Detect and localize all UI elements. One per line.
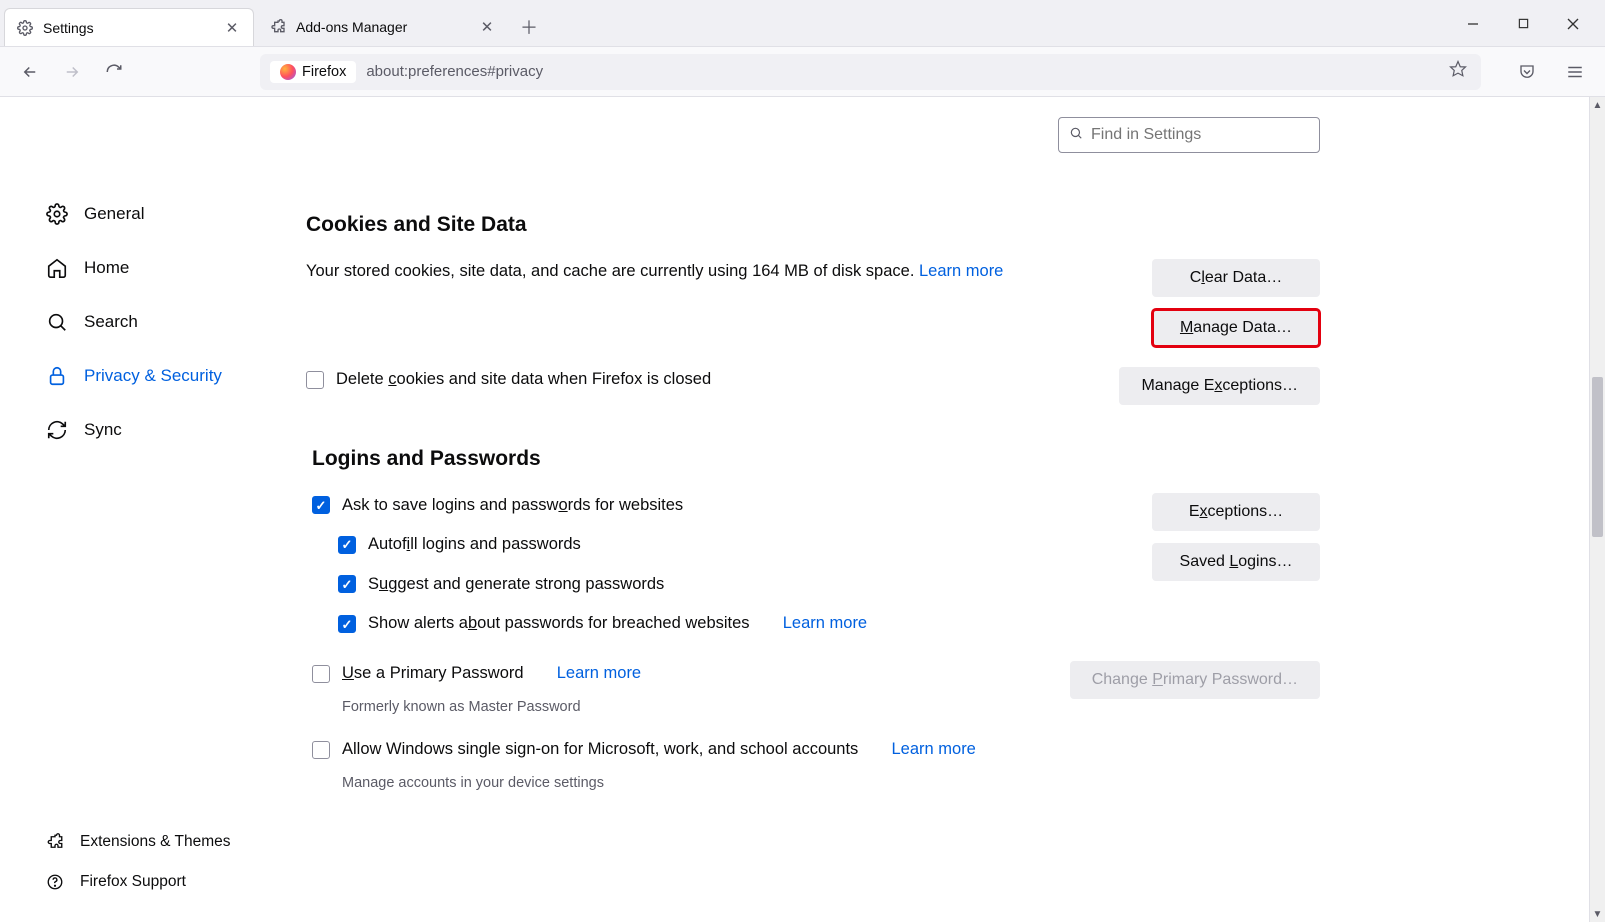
login-exceptions-button[interactable]: Exceptions… [1152, 493, 1320, 531]
breach-checkbox[interactable] [338, 615, 356, 633]
sidebar-item-search[interactable]: Search [46, 295, 300, 349]
cookies-heading: Cookies and Site Data [306, 213, 1320, 237]
manage-exceptions-button[interactable]: Manage Exceptions… [1119, 367, 1320, 405]
reload-button[interactable] [98, 56, 130, 88]
window-controls [1463, 0, 1605, 47]
toolbar: Firefox about:preferences#privacy [0, 47, 1605, 97]
puzzle-icon [46, 833, 64, 851]
sidebar-item-sync[interactable]: Sync [46, 403, 300, 457]
sidebar-support[interactable]: Firefox Support [46, 862, 300, 902]
sso-checkbox[interactable] [312, 741, 330, 759]
breach-learn-more-link[interactable]: Learn more [783, 611, 867, 637]
scroll-up-icon[interactable]: ▲ [1590, 97, 1605, 113]
settings-search[interactable] [1058, 117, 1320, 153]
scroll-down-icon[interactable]: ▼ [1590, 906, 1605, 922]
gear-icon [46, 203, 68, 225]
sync-icon [46, 419, 68, 441]
puzzle-icon [270, 19, 286, 35]
ask-save-checkbox[interactable] [312, 496, 330, 514]
sidebar-item-label: Firefox Support [80, 873, 186, 891]
settings-search-input[interactable] [1091, 126, 1309, 144]
menu-icon[interactable] [1559, 56, 1591, 88]
primary-password-checkbox[interactable] [312, 665, 330, 683]
sidebar-item-label: Search [84, 312, 138, 332]
primary-help-text: Formerly known as Master Password [342, 696, 1040, 718]
autofill-label: Autofill logins and passwords [368, 532, 581, 558]
sidebar-item-privacy[interactable]: Privacy & Security [46, 349, 300, 403]
search-icon [46, 311, 68, 333]
gear-icon [17, 20, 33, 36]
sidebar-item-label: Home [84, 258, 129, 278]
cookies-desc: Your stored cookies, site data, and cach… [306, 262, 919, 280]
sidebar-item-home[interactable]: Home [46, 241, 300, 295]
search-icon [1069, 126, 1083, 145]
delete-cookies-label: Delete cookies and site data when Firefo… [336, 367, 711, 393]
lock-icon [46, 365, 68, 387]
settings-content: Cookies and Site Data Your stored cookie… [300, 97, 1360, 922]
sidebar-item-general[interactable]: General [46, 187, 300, 241]
sidebar-extensions[interactable]: Extensions & Themes [46, 822, 300, 862]
home-icon [46, 257, 68, 279]
maximize-icon[interactable] [1513, 14, 1533, 34]
breach-label: Show alerts about passwords for breached… [368, 611, 750, 637]
change-primary-password-button[interactable]: Change Primary Password… [1070, 661, 1320, 699]
suggest-checkbox[interactable] [338, 575, 356, 593]
primary-learn-more-link[interactable]: Learn more [557, 661, 641, 687]
close-window-icon[interactable] [1563, 14, 1583, 34]
sidebar-item-label: General [84, 204, 144, 224]
forward-button[interactable] [56, 56, 88, 88]
ask-save-label: Ask to save logins and passwords for web… [342, 493, 683, 519]
vertical-scrollbar[interactable]: ▲ ▼ [1589, 97, 1605, 922]
primary-password-label: Use a Primary Password [342, 661, 524, 687]
sso-learn-more-link[interactable]: Learn more [891, 737, 975, 763]
firefox-logo-icon [280, 64, 296, 80]
settings-sidebar: General Home Search Privacy & Security S… [0, 97, 300, 922]
autofill-checkbox[interactable] [338, 536, 356, 554]
bookmark-star-icon[interactable] [1449, 60, 1467, 83]
sso-help-text: Manage accounts in your device settings [342, 772, 1040, 794]
clear-data-button[interactable]: Clear Data… [1152, 259, 1320, 297]
new-tab-button[interactable]: ＋ [514, 12, 544, 42]
sidebar-item-label: Privacy & Security [84, 366, 222, 386]
scrollbar-thumb[interactable] [1592, 377, 1603, 537]
close-icon[interactable]: ✕ [223, 19, 241, 37]
sso-label: Allow Windows single sign-on for Microso… [342, 737, 858, 763]
logins-heading: Logins and Passwords [312, 447, 1320, 471]
back-button[interactable] [14, 56, 46, 88]
sidebar-item-label: Extensions & Themes [80, 833, 230, 851]
sidebar-item-label: Sync [84, 420, 122, 440]
manage-data-button[interactable]: Manage Data… [1152, 309, 1320, 347]
pocket-icon[interactable] [1511, 56, 1543, 88]
tabstrip: Settings ✕ Add-ons Manager ✕ ＋ [0, 0, 1605, 47]
main-area: General Home Search Privacy & Security S… [0, 97, 1605, 922]
toolbar-right [1511, 56, 1591, 88]
saved-logins-button[interactable]: Saved Logins… [1152, 543, 1320, 581]
tab-title: Add-ons Manager [296, 19, 468, 35]
suggest-label: Suggest and generate strong passwords [368, 572, 664, 598]
identity-box[interactable]: Firefox [270, 61, 356, 83]
help-icon [46, 873, 64, 891]
url-text: about:preferences#privacy [366, 63, 1449, 80]
tab-settings[interactable]: Settings ✕ [4, 8, 254, 46]
cookies-learn-more-link[interactable]: Learn more [919, 262, 1003, 280]
close-icon[interactable]: ✕ [478, 18, 496, 36]
tab-title: Settings [43, 20, 213, 36]
delete-cookies-checkbox[interactable] [306, 371, 324, 389]
identity-label: Firefox [302, 64, 346, 80]
tab-addons[interactable]: Add-ons Manager ✕ [258, 8, 508, 46]
minimize-icon[interactable] [1463, 14, 1483, 34]
url-bar[interactable]: Firefox about:preferences#privacy [260, 54, 1481, 90]
